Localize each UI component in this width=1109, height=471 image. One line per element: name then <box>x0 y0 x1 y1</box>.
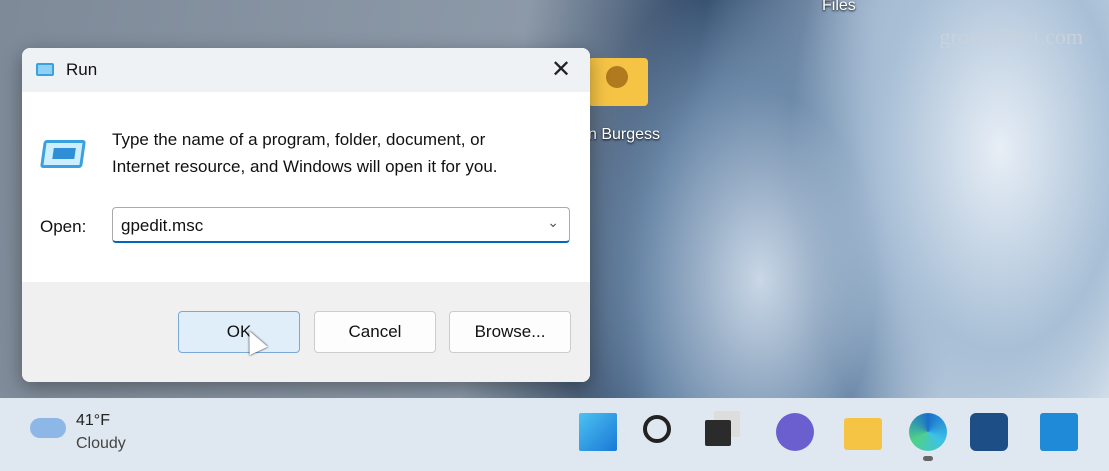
run-icon <box>36 63 54 76</box>
weather-condition[interactable]: Cloudy <box>76 435 126 453</box>
watermark: groovyPost.com <box>939 24 1083 49</box>
task-view-icon[interactable] <box>705 420 731 446</box>
run-dialog: Run ✕ Type the name of a program, folder… <box>22 48 590 382</box>
desktop-icon-label-user[interactable]: n Burgess <box>588 126 660 144</box>
open-input-value[interactable]: gpedit.msc <box>121 216 203 236</box>
search-icon[interactable] <box>643 415 671 443</box>
cloud-icon[interactable] <box>30 418 66 438</box>
run-large-icon <box>40 140 86 168</box>
microsoft-store-icon[interactable] <box>970 413 1008 451</box>
description: Type the name of a program, folder, docu… <box>112 126 498 180</box>
title-bar[interactable]: Run ✕ <box>22 48 590 92</box>
close-button[interactable]: ✕ <box>546 56 576 84</box>
description-line: Internet resource, and Windows will open… <box>112 157 498 176</box>
dialog-title: Run <box>66 60 98 79</box>
browse-button[interactable]: Browse... <box>449 311 571 353</box>
weather-temperature[interactable]: 41°F <box>76 412 110 430</box>
edge-icon[interactable] <box>909 413 947 451</box>
open-label: Open: <box>40 217 87 236</box>
desktop-icon-label-files[interactable]: Files <box>822 0 856 15</box>
taskbar: 41°F Cloudy <box>0 398 1109 471</box>
file-explorer-icon[interactable] <box>844 418 882 450</box>
cancel-button[interactable]: Cancel <box>314 311 436 353</box>
button-bar: OK Cancel Browse... <box>22 282 590 382</box>
teams-chat-icon[interactable] <box>776 413 814 451</box>
ok-button[interactable]: OK <box>178 311 300 353</box>
start-icon[interactable] <box>579 413 617 451</box>
chevron-down-icon[interactable]: ⌄ <box>547 214 559 231</box>
open-combobox[interactable]: gpedit.msc ⌄ <box>112 207 570 243</box>
user-folder-icon[interactable] <box>588 58 648 106</box>
description-line: Type the name of a program, folder, docu… <box>112 130 486 149</box>
remote-desktop-icon[interactable] <box>1040 413 1078 451</box>
running-indicator <box>923 456 933 461</box>
